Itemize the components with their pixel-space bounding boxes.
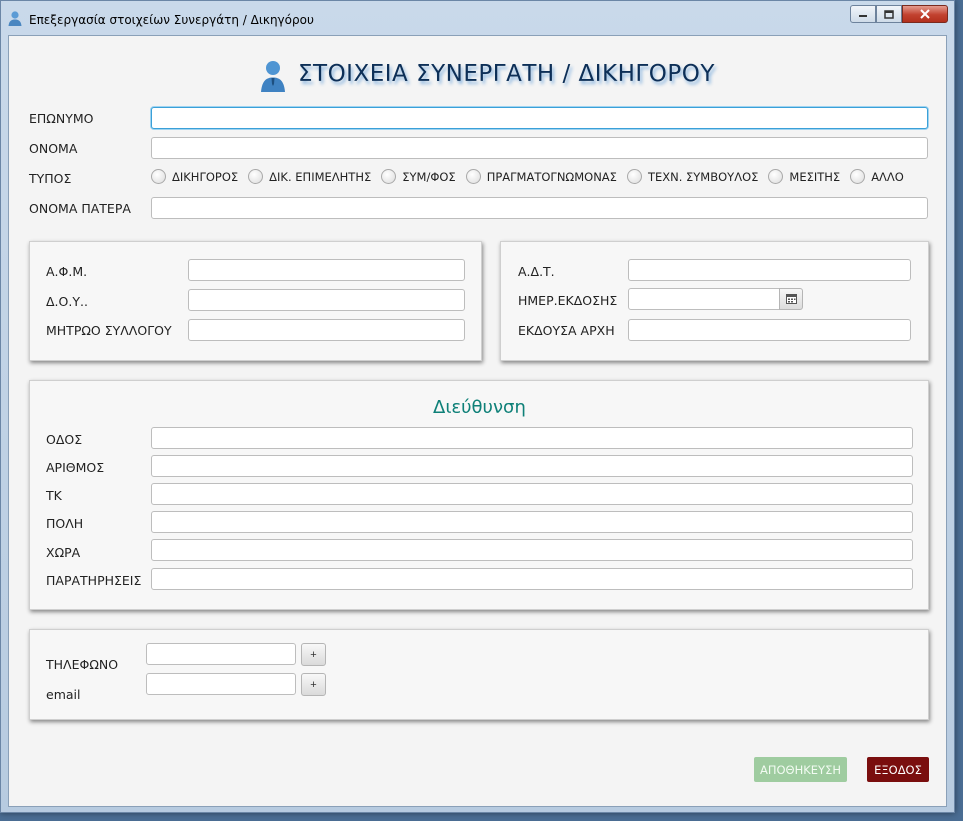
type-radio-tech-advisor[interactable]: ΤΕΧΝ. ΣΥΜΒΟΥΛΟΣ (626, 169, 759, 184)
radio-label: ΠΡΑΓΜΑΤΟΓΝΩΜΟΝΑΣ (486, 169, 617, 184)
issue-date-label: ΗΜΕΡ.ΕΚΔΟΣΗΣ (518, 293, 618, 308)
user-icon (261, 61, 285, 92)
afm-label: Α.Φ.Μ. (46, 264, 88, 279)
adt-input[interactable] (628, 259, 911, 281)
dialog-content: ΣΤΟΙΧΕΙΑ ΣΥΝΕΡΓΑΤΗ / ΔΙΚΗΓΟΡΟΥ ΕΠΩΝΥΜΟ Ο… (8, 35, 947, 807)
street-input[interactable] (151, 427, 913, 449)
save-button[interactable]: ΑΠΟΘΗΚΕΥΣΗ (754, 757, 847, 782)
user-icon (8, 11, 22, 26)
email-label: email (46, 687, 81, 702)
tax-panel: Α.Φ.Μ. Δ.Ο.Υ.. ΜΗΤΡΩΟ ΣΥΛΛΟΓΟΥ (29, 241, 482, 361)
city-input[interactable] (151, 511, 913, 533)
registry-label: ΜΗΤΡΩΟ ΣΥΛΛΟΓΟΥ (46, 323, 172, 338)
adt-label: Α.Δ.Τ. (518, 264, 555, 279)
registry-input[interactable] (188, 319, 465, 341)
minimize-button[interactable] (850, 5, 876, 23)
exit-button[interactable]: ΕΞΟΔΟΣ (867, 757, 929, 782)
window-controls (850, 5, 948, 25)
page-title: ΣΤΟΙΧΕΙΑ ΣΥΝΕΡΓΑΤΗ / ΔΙΚΗΓΟΡΟΥ (298, 61, 715, 87)
surname-input[interactable] (151, 107, 928, 129)
phone-label: ΤΗΛΕΦΩΝΟ (46, 657, 119, 672)
address-section-title: Διεύθυνση (433, 397, 526, 418)
name-label: ΟΝΟΜΑ (29, 141, 78, 156)
father-name-input[interactable] (151, 197, 928, 219)
radio-circle[interactable] (381, 169, 397, 184)
type-radio-notary[interactable]: ΣΥΜ/ΦΟΣ (381, 169, 456, 184)
type-radio-group: ΔΙΚΗΓΟΡΟΣ ΔΙΚ. ΕΠΙΜΕΛΗΤΗΣ ΣΥΜ/ΦΟΣ ΠΡΑΓΜΑ… (151, 169, 914, 184)
name-input[interactable] (151, 137, 928, 159)
window-title: Επεξεργασία στοιχείων Συνεργάτη / Δικηγό… (29, 13, 314, 27)
radio-label: ΔΙΚΗΓΟΡΟΣ (172, 169, 239, 184)
minimize-icon (859, 15, 867, 17)
type-label: ΤΥΠΟΣ (29, 171, 72, 186)
notes-label: ΠΑΡΑΤΗΡΗΣΕΙΣ (46, 573, 142, 588)
id-card-panel: Α.Δ.Τ. ΗΜΕΡ.ΕΚΔΟΣΗΣ ΕΚΔΟΥΣΑ ΑΡΧΗ (500, 241, 929, 361)
add-email-button[interactable]: + (301, 673, 326, 696)
close-icon (920, 9, 930, 19)
radio-circle[interactable] (248, 169, 264, 184)
radio-circle[interactable] (626, 169, 642, 184)
doy-input[interactable] (188, 289, 465, 311)
issue-date-input[interactable] (628, 288, 780, 310)
country-input[interactable] (151, 539, 913, 561)
authority-label: ΕΚΔΟΥΣΑ ΑΡΧΗ (518, 323, 615, 338)
country-label: ΧΩΡΑ (46, 545, 81, 560)
radio-circle[interactable] (465, 169, 481, 184)
type-radio-other[interactable]: ΑΛΛΟ (850, 169, 904, 184)
type-radio-bailiff[interactable]: ΔΙΚ. ΕΠΙΜΕΛΗΤΗΣ (248, 169, 371, 184)
zip-input[interactable] (151, 483, 913, 505)
radio-label: ΣΥΜ/ΦΟΣ (402, 169, 456, 184)
address-panel: Διεύθυνση ΟΔΟΣ ΑΡΙΘΜΟΣ ΤΚ ΠΟΛΗ ΧΩΡΑ ΠΑΡΑ… (29, 380, 929, 610)
authority-input[interactable] (628, 319, 911, 341)
add-phone-button[interactable]: + (301, 643, 326, 666)
notes-input[interactable] (151, 568, 913, 590)
surname-label: ΕΠΩΝΥΜΟ (29, 111, 94, 126)
type-radio-broker[interactable]: ΜΕΣΙΤΗΣ (768, 169, 840, 184)
zip-label: ΤΚ (46, 488, 62, 503)
title-bar[interactable]: Επεξεργασία στοιχείων Συνεργάτη / Δικηγό… (1, 1, 954, 35)
number-input[interactable] (151, 455, 913, 477)
number-label: ΑΡΙΘΜΟΣ (46, 460, 105, 475)
city-label: ΠΟΛΗ (46, 516, 84, 531)
type-radio-expert[interactable]: ΠΡΑΓΜΑΤΟΓΝΩΜΟΝΑΣ (465, 169, 617, 184)
afm-input[interactable] (188, 259, 465, 281)
dialog-window: Επεξεργασία στοιχείων Συνεργάτη / Δικηγό… (0, 0, 955, 813)
radio-label: ΔΙΚ. ΕΠΙΜΕΛΗΤΗΣ (269, 169, 372, 184)
radio-circle[interactable] (850, 169, 866, 184)
close-button[interactable] (902, 5, 948, 23)
calendar-icon (785, 294, 797, 304)
maximize-icon (884, 9, 894, 19)
street-label: ΟΔΟΣ (46, 432, 83, 447)
date-picker-button[interactable] (779, 288, 803, 310)
phone-input[interactable] (146, 643, 296, 665)
doy-label: Δ.Ο.Υ.. (46, 294, 88, 309)
radio-circle[interactable] (151, 169, 166, 184)
radio-label: ΑΛΛΟ (871, 169, 904, 184)
radio-label: ΜΕΣΙΤΗΣ (789, 169, 841, 184)
maximize-button[interactable] (876, 5, 902, 23)
radio-circle[interactable] (768, 169, 784, 184)
email-input[interactable] (146, 673, 296, 695)
form-header: ΣΤΟΙΧΕΙΑ ΣΥΝΕΡΓΑΤΗ / ΔΙΚΗΓΟΡΟΥ (9, 58, 946, 94)
radio-label: ΤΕΧΝ. ΣΥΜΒΟΥΛΟΣ (647, 169, 759, 184)
contact-panel: ΤΗΛΕΦΩΝΟ + email + (29, 629, 929, 720)
type-radio-lawyer[interactable]: ΔΙΚΗΓΟΡΟΣ (151, 169, 238, 184)
father-name-label: ΟΝΟΜΑ ΠΑΤΕΡΑ (29, 201, 131, 216)
